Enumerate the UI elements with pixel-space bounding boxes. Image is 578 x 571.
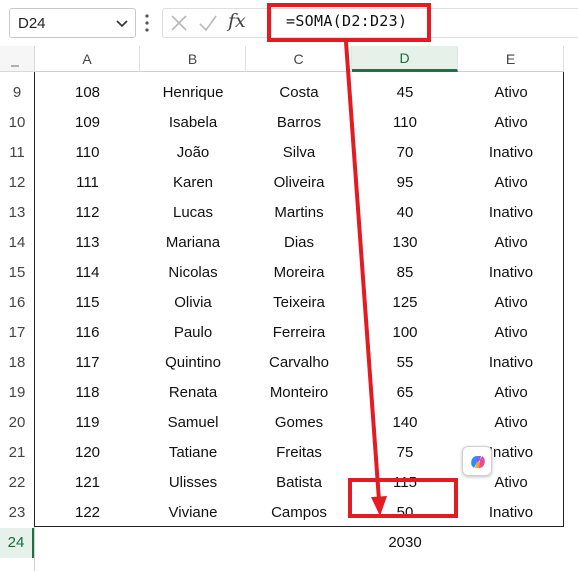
name-box-value[interactable]: D24 [18, 15, 46, 32]
row-header-20[interactable]: 20 [0, 408, 35, 438]
row-header-14[interactable]: 14 [0, 228, 35, 258]
row-header-15[interactable]: 15 [0, 258, 35, 288]
row-header-19[interactable]: 19 [0, 378, 35, 408]
column-header-c[interactable]: C [246, 46, 352, 72]
row-header-9[interactable]: 9 [0, 78, 35, 108]
table-left-border [34, 72, 35, 527]
row-header-11[interactable]: 11 [0, 138, 35, 168]
row-header-24[interactable]: 24 [0, 528, 35, 558]
spreadsheet-grid: A B C D E 9 108 Henrique Costa 45 Ativo 10 109 Isabel… [0, 46, 578, 571]
row-header-22[interactable]: 22 [0, 468, 35, 498]
formula-highlight-box [267, 3, 431, 42]
cell-e24[interactable] [458, 528, 564, 558]
row-header-12[interactable]: 12 [0, 168, 35, 198]
chevron-down-icon[interactable] [115, 18, 129, 30]
copilot-icon [471, 456, 485, 468]
row-header-17[interactable]: 17 [0, 318, 35, 348]
column-header-a[interactable]: A [35, 46, 140, 72]
select-all-corner[interactable] [0, 46, 35, 72]
row-header-23[interactable]: 23 [0, 498, 35, 528]
cell-a24[interactable] [35, 528, 140, 558]
cell-b24[interactable] [140, 528, 246, 558]
insert-function-icon[interactable]: fx [228, 10, 246, 32]
row-header-edge [34, 527, 35, 571]
cell-d24[interactable]: 2030 [352, 528, 458, 558]
name-box[interactable]: D24 [9, 8, 136, 38]
copilot-button[interactable] [462, 446, 492, 476]
cell-c24[interactable] [246, 528, 352, 558]
row-header-16[interactable]: 16 [0, 288, 35, 318]
row-header-10[interactable]: 10 [0, 108, 35, 138]
vertical-dots-icon[interactable] [144, 13, 150, 33]
row-header-18[interactable]: 18 [0, 348, 35, 378]
row-header-21[interactable]: 21 [0, 438, 35, 468]
column-header-e[interactable]: E [458, 46, 564, 72]
formula-bar: D24 fx =SOMA(D2:D23) [0, 0, 578, 46]
column-header-b[interactable]: B [140, 46, 246, 72]
cancel-x-icon[interactable] [170, 14, 188, 32]
column-header-d[interactable]: D [352, 46, 458, 72]
checkmark-icon[interactable] [198, 13, 218, 33]
total-highlight-box [348, 478, 458, 518]
row-header-13[interactable]: 13 [0, 198, 35, 228]
